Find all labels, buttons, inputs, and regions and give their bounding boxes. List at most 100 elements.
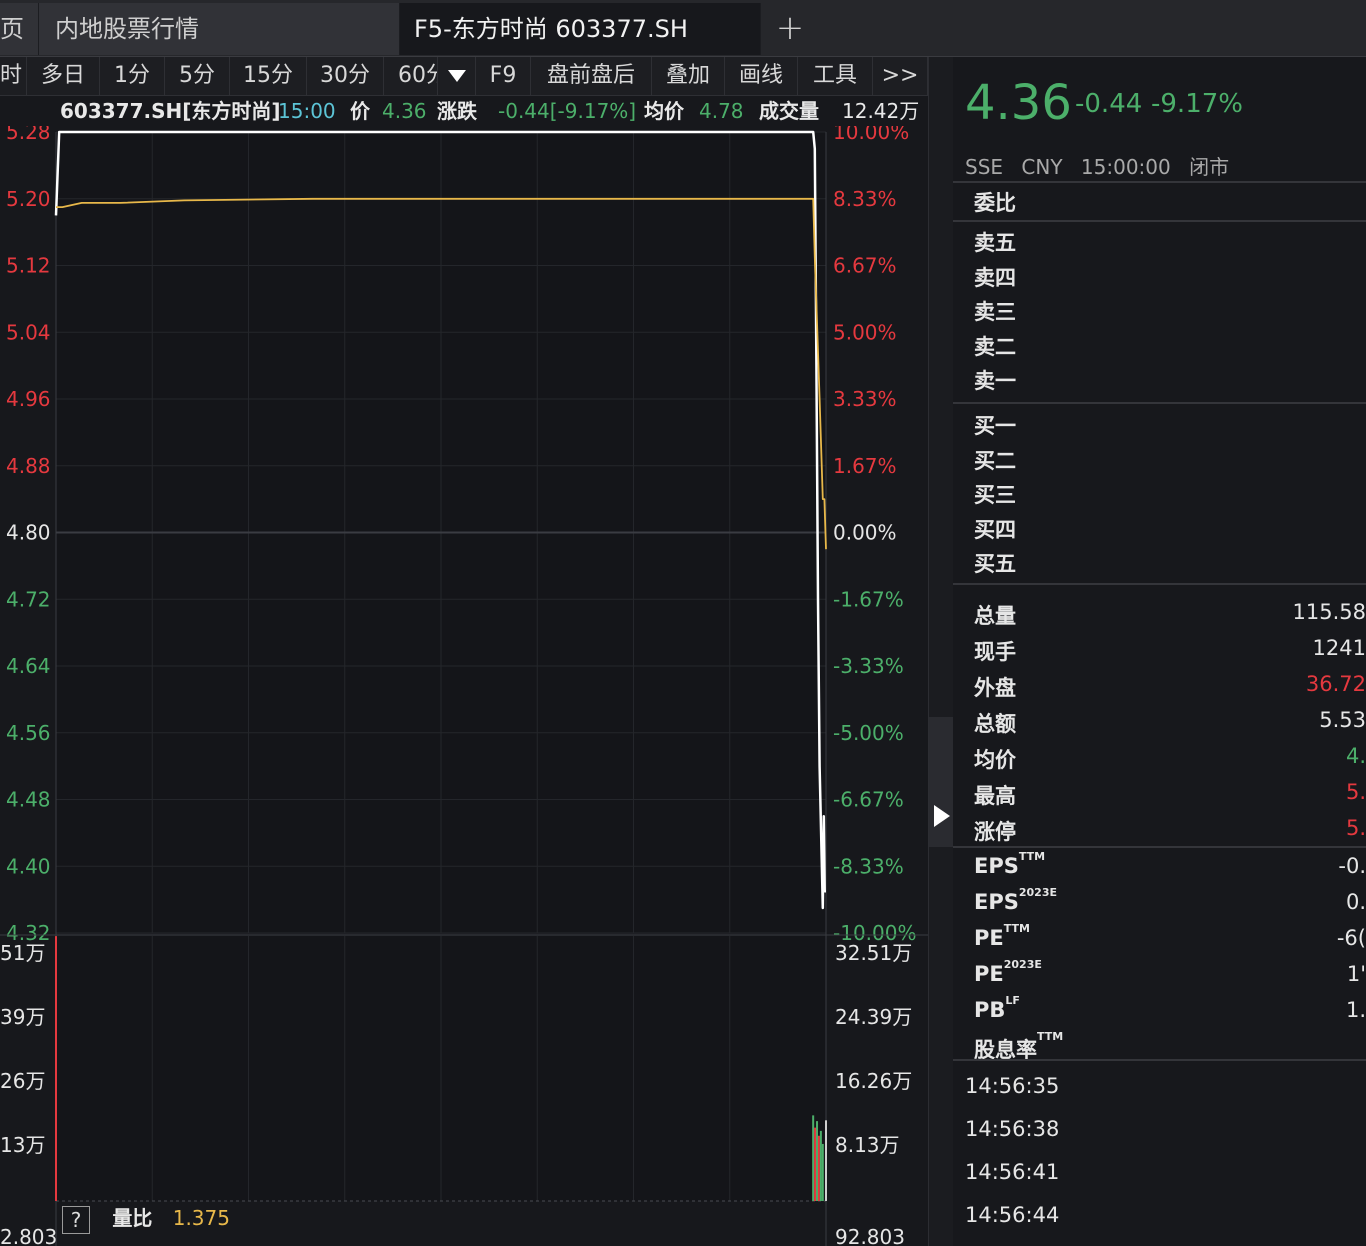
ratio-label: PE2023E — [974, 958, 1042, 986]
buy-level-label: 买四 — [974, 517, 1016, 542]
toolbar-pre-post-market[interactable]: 盘前盘后 — [531, 57, 652, 95]
intraday-chart[interactable]: 5.28 10.00% 5.20 8.33% 5.12 6.67% 5.04 5.00% 4.9… — [0, 126, 928, 1246]
pct-tick-label: -8.33% — [833, 854, 904, 878]
sell-level-label: 卖一 — [974, 369, 1016, 393]
toolbar-60min[interactable]: 60分 — [384, 57, 438, 95]
market-meta: SSE CNY 15:00:00 闭市 — [965, 151, 1241, 180]
chart-toolbar: 时 多日 1分 5分 15分 30分 60分 F9 盘前盘后 叠加 画线 工具 … — [0, 57, 928, 96]
info-vol: 12.42万 — [842, 99, 920, 123]
stat-value: 5. — [1345, 816, 1366, 840]
toolbar-f9[interactable]: F9 — [476, 57, 531, 95]
stat-value: 5.53 — [1319, 708, 1366, 732]
pct-tick-label: -1.67% — [833, 587, 904, 611]
pct-tick-label: 1.67% — [833, 454, 897, 478]
ratio-label: EPSTTM — [974, 850, 1045, 878]
volume-tick-right: 32.51万 — [835, 941, 912, 965]
toolbar-overlay[interactable]: 叠加 — [652, 57, 725, 95]
toolbar-multiday[interactable]: 多日 — [27, 57, 100, 95]
stat-label: 总额 — [974, 712, 1016, 736]
weibi-label: 委比 — [974, 191, 1016, 215]
ratio-name: PE — [974, 926, 1004, 950]
ratio-value: 1' — [1346, 962, 1366, 986]
price-tick-label: 4.48 — [6, 788, 51, 812]
tab-stock-f5[interactable]: F5-东方时尚 603377.SH — [400, 3, 761, 55]
tab-mainland-quotes[interactable]: 内地股票行情 — [39, 3, 400, 55]
divider — [953, 181, 1366, 183]
toolbar-period-dropdown[interactable] — [439, 57, 476, 95]
toolbar-5min[interactable]: 5分 — [165, 57, 230, 95]
toolbar-15min[interactable]: 15分 — [230, 57, 307, 95]
toolbar-more[interactable]: >> — [873, 57, 928, 95]
exchange: SSE — [965, 155, 1004, 179]
price-tick-label: 5.04 — [6, 320, 51, 344]
volume-tick-left: 39万 — [0, 1005, 45, 1029]
toolbar-intraday[interactable]: 时 — [0, 57, 27, 95]
currency: CNY — [1021, 155, 1063, 179]
stat-value: 4. — [1345, 744, 1366, 768]
ratio-label: PBLF — [974, 994, 1020, 1022]
info-price-label: 价 — [350, 99, 370, 123]
buy-level-label: 买二 — [974, 448, 1016, 473]
info-avg: 4.78 — [699, 99, 744, 123]
help-icon[interactable]: ? — [62, 1205, 90, 1234]
ratio-label: PETTM — [974, 922, 1030, 950]
last-price: 4.36 — [965, 75, 1072, 131]
divider — [953, 402, 1366, 404]
stat-label: 均价 — [974, 748, 1016, 772]
ratio-value: -6( — [1336, 926, 1366, 950]
toolbar-30min[interactable]: 30分 — [307, 57, 384, 95]
buy-level-label: 买五 — [974, 552, 1016, 576]
trade-time: 14:56:38 — [965, 1117, 1060, 1141]
price-tick-label: 4.80 — [6, 521, 51, 545]
volume-tick-left: 2.803 — [0, 1225, 57, 1246]
ratio-value: -0. — [1338, 854, 1366, 878]
sell-level-label: 卖三 — [974, 300, 1016, 324]
chevron-down-icon — [448, 70, 466, 82]
price-change: -0.44 — [1075, 89, 1143, 119]
stat-label: 外盘 — [974, 676, 1016, 700]
price-tick-label: 5.20 — [6, 187, 51, 211]
add-tab-button[interactable]: + — [768, 3, 812, 55]
expand-arrow-icon[interactable] — [934, 805, 950, 827]
price-tick-label: 4.96 — [6, 387, 51, 411]
pct-tick-label: -5.00% — [833, 721, 904, 745]
pct-tick-label: 0.00% — [833, 521, 897, 545]
stat-label: 总量 — [974, 604, 1016, 628]
volume-ratio-label: 量比 — [112, 1206, 153, 1230]
ratio-sup: TTM — [1037, 1030, 1064, 1043]
pct-tick-label: 5.00% — [833, 320, 897, 344]
toolbar-draw[interactable]: 画线 — [725, 57, 798, 95]
volume-tick-left: 13万 — [0, 1133, 45, 1157]
price-tick-label: 4.64 — [6, 654, 51, 678]
splitter-handle[interactable] — [929, 717, 953, 847]
ratio-label: EPS2023E — [974, 886, 1057, 914]
ratio-name: EPS — [974, 854, 1019, 878]
toolbar-tools[interactable]: 工具 — [798, 57, 873, 95]
trade-time: 14:56:44 — [965, 1203, 1060, 1227]
divider — [953, 846, 1366, 848]
panel-splitter[interactable] — [928, 57, 954, 1246]
stat-value: 1241 — [1312, 636, 1366, 660]
stat-label: 涨停 — [974, 820, 1016, 844]
pct-tick-label: 6.67% — [833, 254, 897, 278]
price-tick-label: 4.72 — [6, 587, 51, 611]
volume-tick-left: 26万 — [0, 1069, 45, 1093]
volume-tick-left: 51万 — [0, 941, 45, 965]
info-vol-label: 成交量 — [759, 99, 819, 123]
info-change-label: 涨跌 — [437, 99, 477, 123]
price-tick-label: 4.88 — [6, 454, 51, 478]
buy-level-label: 买三 — [974, 483, 1016, 507]
price-tick-label: 4.56 — [6, 721, 51, 745]
divider — [953, 1059, 1366, 1061]
price-tick-label: 5.28 — [6, 126, 51, 144]
toolbar-1min[interactable]: 1分 — [100, 57, 165, 95]
stat-value: 115.58 — [1292, 600, 1366, 624]
quote-info-bar: 603377.SH[东方时尚] 15:00 价 4.36 涨跌 -0.44[-9… — [0, 96, 928, 126]
sell-level-label: 卖五 — [974, 231, 1016, 255]
pct-tick-label: 3.33% — [833, 387, 897, 411]
pct-tick-label: -3.33% — [833, 654, 904, 678]
ratio-sup: LF — [1005, 994, 1020, 1007]
info-change: -0.44[-9.17%] — [498, 99, 637, 123]
tab-home[interactable]: 页 — [0, 3, 39, 55]
ratio-name: PB — [974, 998, 1006, 1022]
